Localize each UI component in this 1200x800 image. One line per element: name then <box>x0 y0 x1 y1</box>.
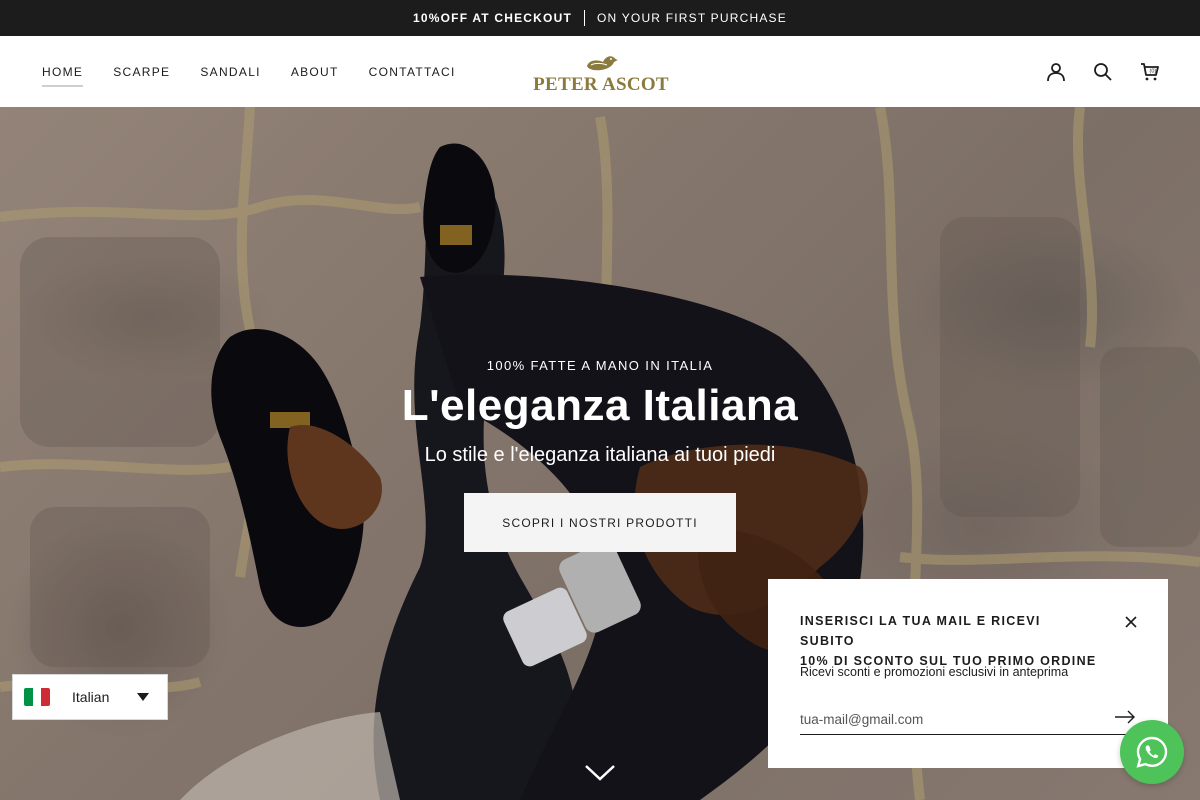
nav-item-scarpe[interactable]: SCARPE <box>113 59 170 85</box>
newsletter-popup: INSERISCI LA TUA MAIL E RICEVI SUBITO 10… <box>768 579 1168 768</box>
cart-count: (0) <box>1150 68 1157 74</box>
brand-logo[interactable]: PETER ASCOT <box>533 51 669 95</box>
popup-title-line-1: INSERISCI LA TUA MAIL E RICEVI SUBITO <box>800 614 1041 648</box>
chevron-down-icon[interactable] <box>584 763 616 783</box>
popup-title: INSERISCI LA TUA MAIL E RICEVI SUBITO 10… <box>800 611 1100 671</box>
nav-item-about[interactable]: ABOUT <box>291 59 339 85</box>
language-label: Italian <box>72 689 110 705</box>
whatsapp-icon <box>1136 736 1168 768</box>
shop-products-button[interactable]: SCOPRI I NOSTRI PRODOTTI <box>464 493 736 552</box>
arrow-right-icon[interactable] <box>1114 710 1136 724</box>
duck-logo-icon <box>587 56 618 71</box>
announcement-text-1: 10%OFF AT CHECKOUT <box>413 11 572 25</box>
email-field[interactable] <box>800 705 1136 735</box>
hero-title: L'eleganza Italiana <box>401 381 799 430</box>
popup-description: Ricevi sconti e promozioni esclusivi in … <box>800 665 1069 679</box>
account-icon[interactable] <box>1046 62 1066 82</box>
cart-icon[interactable]: (0) <box>1140 62 1160 82</box>
search-icon[interactable] <box>1093 62 1113 82</box>
site-header: HOME SCARPE SANDALI ABOUT CONTATTACI PET… <box>0 36 1200 107</box>
logo-text: PETER ASCOT <box>533 74 669 95</box>
header-icons: (0) <box>1046 36 1160 107</box>
close-icon[interactable] <box>1124 615 1138 629</box>
announcement-bar: 10%OFF AT CHECKOUT ON YOUR FIRST PURCHAS… <box>0 0 1200 36</box>
hero-subtitle: Lo stile e l'eleganza italiana ai tuoi p… <box>424 444 776 466</box>
whatsapp-button[interactable] <box>1120 720 1184 784</box>
italy-flag-icon <box>24 688 50 706</box>
nav-item-sandali[interactable]: SANDALI <box>200 59 260 85</box>
language-selector[interactable]: Italian <box>12 674 168 720</box>
hero-eyebrow: 100% FATTE A MANO IN ITALIA <box>486 358 714 373</box>
main-nav: HOME SCARPE SANDALI ABOUT CONTATTACI <box>42 36 486 107</box>
nav-item-home[interactable]: HOME <box>42 59 84 87</box>
announcement-text-2: ON YOUR FIRST PURCHASE <box>596 11 787 25</box>
nav-item-contattaci[interactable]: CONTATTACI <box>369 59 456 85</box>
caret-down-icon <box>137 693 149 701</box>
